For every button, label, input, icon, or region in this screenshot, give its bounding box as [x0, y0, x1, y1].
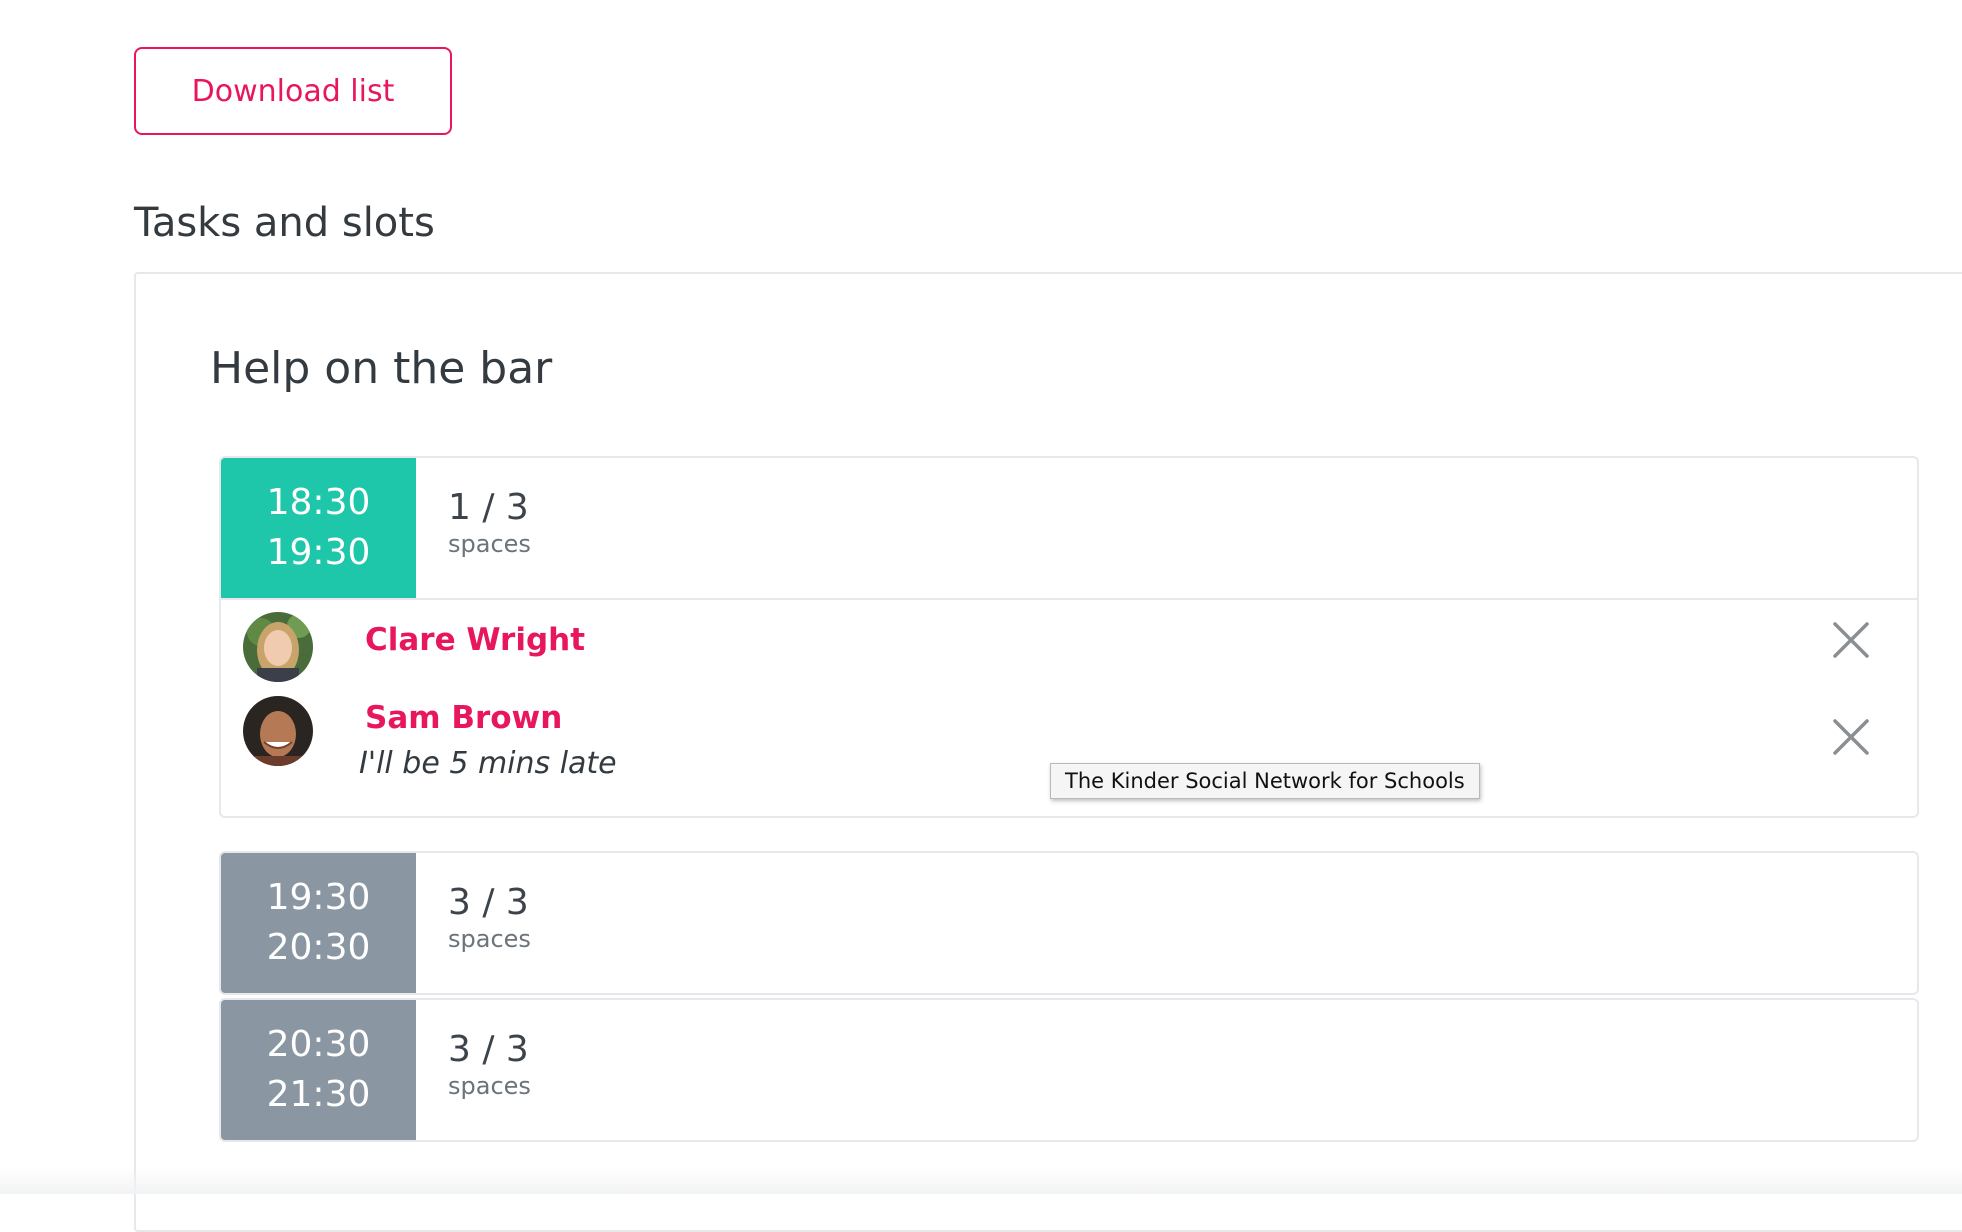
volunteer-name[interactable]: Clare Wright [365, 622, 585, 658]
download-list-button[interactable]: Download list [134, 47, 452, 135]
slot-capacity-count: 3 / 3 [448, 1029, 529, 1070]
close-icon[interactable] [1831, 620, 1871, 660]
slot-time-block: 19:30 20:30 [221, 853, 416, 993]
slot-start-time: 20:30 [266, 1024, 371, 1065]
slot-card: 19:30 20:30 3 / 3 spaces [219, 851, 1919, 995]
close-icon[interactable] [1831, 717, 1871, 757]
slot-end-time: 21:30 [266, 1074, 371, 1115]
slot-time-block: 20:30 21:30 [221, 1000, 416, 1140]
slot-capacity-count: 1 / 3 [448, 487, 529, 528]
slot-spaces-label: spaces [448, 530, 531, 558]
slot-start-time: 19:30 [266, 877, 371, 918]
slot-end-time: 19:30 [266, 532, 371, 573]
slot-header: 20:30 21:30 3 / 3 spaces [221, 1000, 1917, 1140]
slot-start-time: 18:30 [266, 482, 371, 523]
bottom-fade [0, 1168, 1962, 1194]
volunteer-row: Clare Wright [243, 612, 1893, 684]
slot-time-block: 18:30 19:30 [221, 458, 416, 598]
tooltip: The Kinder Social Network for Schools [1050, 763, 1480, 799]
volunteer-note: I'll be 5 mins late [359, 746, 617, 781]
slot-spaces-label: spaces [448, 925, 531, 953]
slot-end-time: 20:30 [266, 927, 371, 968]
section-title: Tasks and slots [134, 200, 435, 246]
avatar [243, 612, 313, 682]
volunteer-name[interactable]: Sam Brown [365, 700, 562, 736]
slot-header: 18:30 19:30 1 / 3 spaces [221, 458, 1917, 598]
avatar [243, 696, 313, 766]
task-title: Help on the bar [210, 343, 553, 394]
slot-header: 19:30 20:30 3 / 3 spaces [221, 853, 1917, 993]
slot-capacity-count: 3 / 3 [448, 882, 529, 923]
slot-spaces-label: spaces [448, 1072, 531, 1100]
slot-card: 20:30 21:30 3 / 3 spaces [219, 998, 1919, 1142]
